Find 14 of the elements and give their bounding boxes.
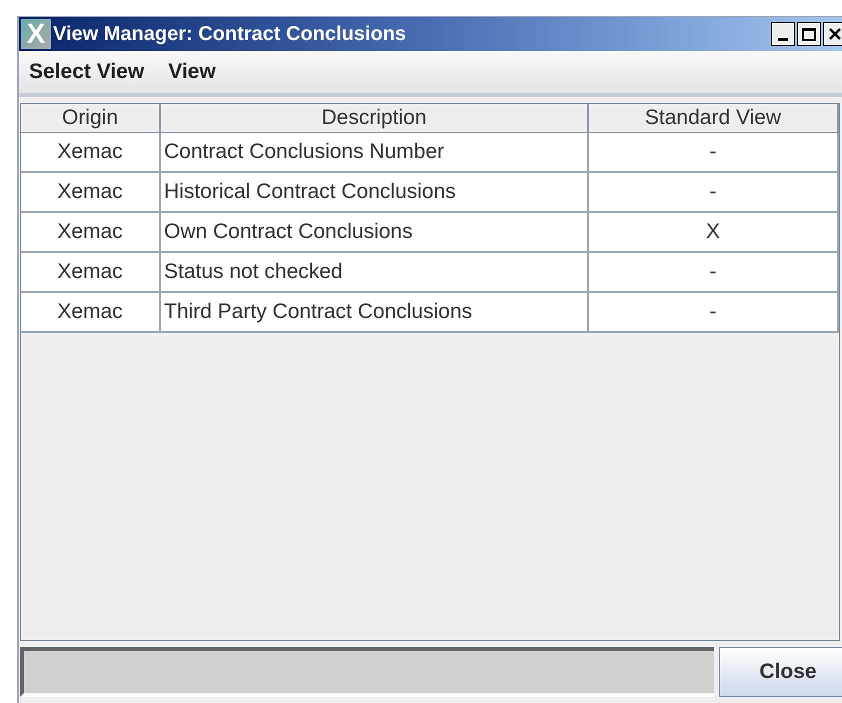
table-cell: - xyxy=(589,293,839,333)
column-header[interactable]: Origin xyxy=(21,104,161,133)
maximize-button[interactable] xyxy=(797,22,821,46)
table-cell: Third Party Contract Conclusions xyxy=(161,293,589,333)
close-icon[interactable] xyxy=(823,22,842,46)
close-button[interactable]: Close xyxy=(719,647,842,697)
app-logo-icon: X xyxy=(21,19,51,49)
menu-item[interactable]: View xyxy=(168,56,216,88)
table-cell: Xemac xyxy=(21,293,161,333)
menu-item[interactable]: Select View xyxy=(29,56,144,88)
minimize-button[interactable] xyxy=(771,22,795,46)
column-header[interactable]: Standard View xyxy=(589,104,839,133)
window-title: View Manager: Contract Conclusions xyxy=(53,22,408,47)
column-header[interactable]: Description xyxy=(161,104,589,133)
